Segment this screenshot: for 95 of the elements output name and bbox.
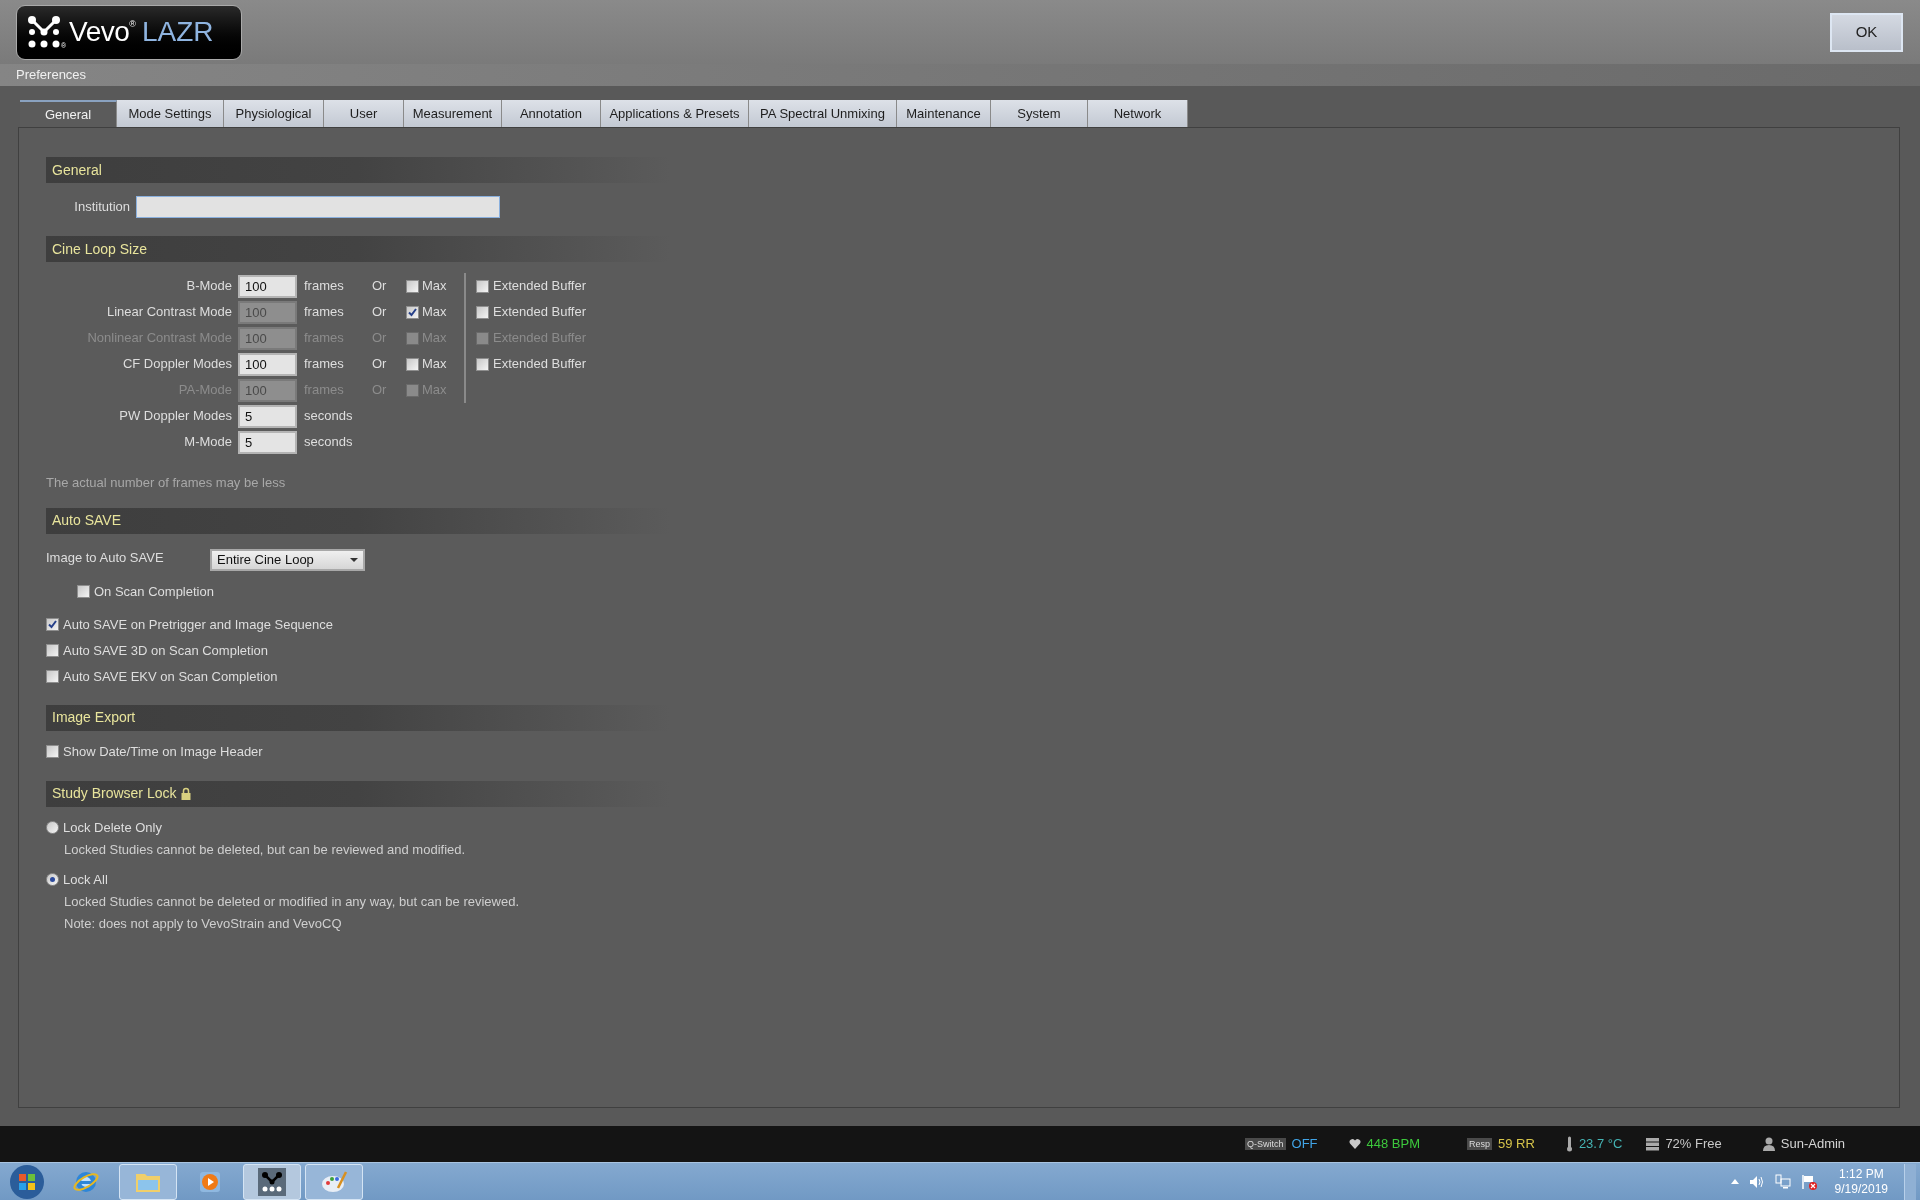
status-value: 72% Free (1665, 1135, 1722, 1154)
status-value: 23.7 °C (1578, 1135, 1623, 1154)
tab[interactable]: Network (1088, 100, 1188, 127)
field-label: Image to Auto SAVE (46, 548, 165, 567)
dots-app-icon (258, 1167, 286, 1196)
section-title: Study Browser Lock (52, 784, 177, 803)
checkbox[interactable] (406, 305, 419, 319)
tab[interactable]: Maintenance (897, 100, 991, 127)
checkbox-label: Auto SAVE on Pretrigger and Image Sequence (63, 615, 334, 634)
section-title: General (52, 160, 102, 180)
field-label: CF Doppler Modes (121, 355, 232, 374)
tab[interactable]: User (324, 100, 404, 127)
thermometer-icon (1565, 1136, 1573, 1152)
checkbox-label: On Scan Completion (94, 582, 214, 601)
tab[interactable]: Applications & Presets (601, 100, 749, 127)
checkbox-label: Extended Buffer (493, 355, 586, 374)
checkbox[interactable] (77, 585, 90, 598)
field-label: Institution (73, 198, 130, 217)
tab[interactable]: Mode Settings (117, 100, 224, 127)
user-icon (1762, 1137, 1775, 1151)
status-value: OFF (1291, 1135, 1318, 1154)
tab[interactable]: PA Spectral Unmixing (749, 100, 897, 127)
or-label: Or (372, 355, 388, 374)
or-label: Or (372, 277, 388, 296)
dots-logo-icon (27, 15, 61, 49)
radio-label: Lock Delete Only (63, 818, 162, 837)
breadcrumb: Preferences (16, 66, 87, 85)
start-orb-icon[interactable] (9, 1163, 45, 1200)
field-label: B-Mode (185, 277, 232, 296)
checkbox[interactable] (406, 279, 419, 293)
unit-label: frames (304, 355, 345, 374)
checkbox-label: Show Date/Time on Image Header (63, 742, 263, 761)
checkbox-label: Max (422, 303, 448, 322)
description-text: Note: does not apply to VevoStrain and VevoCQ (64, 914, 342, 933)
checkbox-label: Auto SAVE EKV on Scan Completion (63, 667, 278, 686)
checkbox[interactable] (476, 305, 489, 319)
stacked-disk-icon (1646, 1137, 1660, 1151)
checkbox[interactable] (46, 618, 59, 631)
tab[interactable]: System (991, 100, 1088, 127)
number-field[interactable]: 100 (238, 352, 297, 376)
field-label: PW Doppler Modes (118, 407, 232, 426)
input-field[interactable] (136, 196, 500, 218)
radio-button[interactable] (46, 821, 59, 834)
field-label: M-Mode (183, 433, 232, 452)
number-field[interactable]: 100 (238, 274, 297, 298)
registered-mark: ® (129, 20, 136, 29)
status-value: Sun-Admin (1780, 1135, 1846, 1154)
checkbox[interactable] (476, 357, 489, 371)
number-field[interactable]: 5 (238, 404, 297, 428)
tab[interactable]: General (20, 100, 117, 127)
tab[interactable]: Annotation (502, 100, 601, 127)
unit-label: frames (304, 303, 345, 322)
checkbox[interactable] (406, 357, 419, 371)
status-value: 59 RR (1498, 1135, 1535, 1154)
speaker-icon[interactable] (1748, 1174, 1765, 1189)
logo-product-text: LAZR (141, 18, 214, 46)
flag-error-icon[interactable] (1800, 1173, 1817, 1190)
show-desktop-button[interactable] (1904, 1163, 1916, 1200)
unit-label: seconds (304, 407, 354, 426)
checkbox[interactable] (46, 670, 59, 683)
note-text: The actual number of frames may be less (46, 474, 286, 492)
unit-label: frames (304, 277, 345, 296)
radio-button[interactable] (46, 873, 59, 886)
tab[interactable]: Physiological (224, 100, 324, 127)
section-title: Image Export (52, 708, 136, 727)
checkbox[interactable] (46, 745, 59, 758)
or-label: Or (372, 303, 388, 322)
up-arrow-icon[interactable] (1730, 1179, 1739, 1184)
network-icon[interactable] (1774, 1174, 1791, 1189)
dropdown[interactable]: Entire Cine Loop (210, 548, 365, 571)
checkbox-label: Max (422, 355, 448, 374)
checkbox-label: Extended Buffer (493, 277, 586, 296)
heart-icon (1348, 1138, 1361, 1150)
logo-text: Vevo (69, 18, 130, 46)
taskbar-button[interactable] (243, 1163, 301, 1200)
padlock-icon (180, 787, 191, 800)
checkbox-label: Auto SAVE 3D on Scan Completion (63, 641, 268, 660)
tab[interactable]: Measurement (404, 100, 502, 127)
status-badge: Q-Switch (1245, 1138, 1286, 1150)
checkbox-label: Max (422, 277, 448, 296)
section-title: Auto SAVE (52, 511, 121, 530)
field-label: Linear Contrast Mode (106, 303, 232, 322)
number-field[interactable]: 5 (238, 430, 297, 454)
checkbox-label: Extended Buffer (493, 303, 586, 322)
caret-icon (350, 557, 358, 562)
radio-label: Lock All (63, 870, 108, 889)
checkbox[interactable] (476, 279, 489, 293)
description-text: Locked Studies cannot be deleted, but can be reviewed and modified. (64, 840, 466, 859)
description-text: Locked Studies cannot be deleted or modified in any way, but can be reviewed. (64, 892, 520, 911)
checkbox[interactable] (46, 644, 59, 657)
section-title: Cine Loop Size (52, 239, 147, 259)
status-badge: Resp (1467, 1138, 1492, 1150)
status-value: 448 BPM (1366, 1135, 1420, 1154)
unit-label: seconds (304, 433, 354, 452)
ok-button[interactable]: OK (1830, 12, 1903, 52)
